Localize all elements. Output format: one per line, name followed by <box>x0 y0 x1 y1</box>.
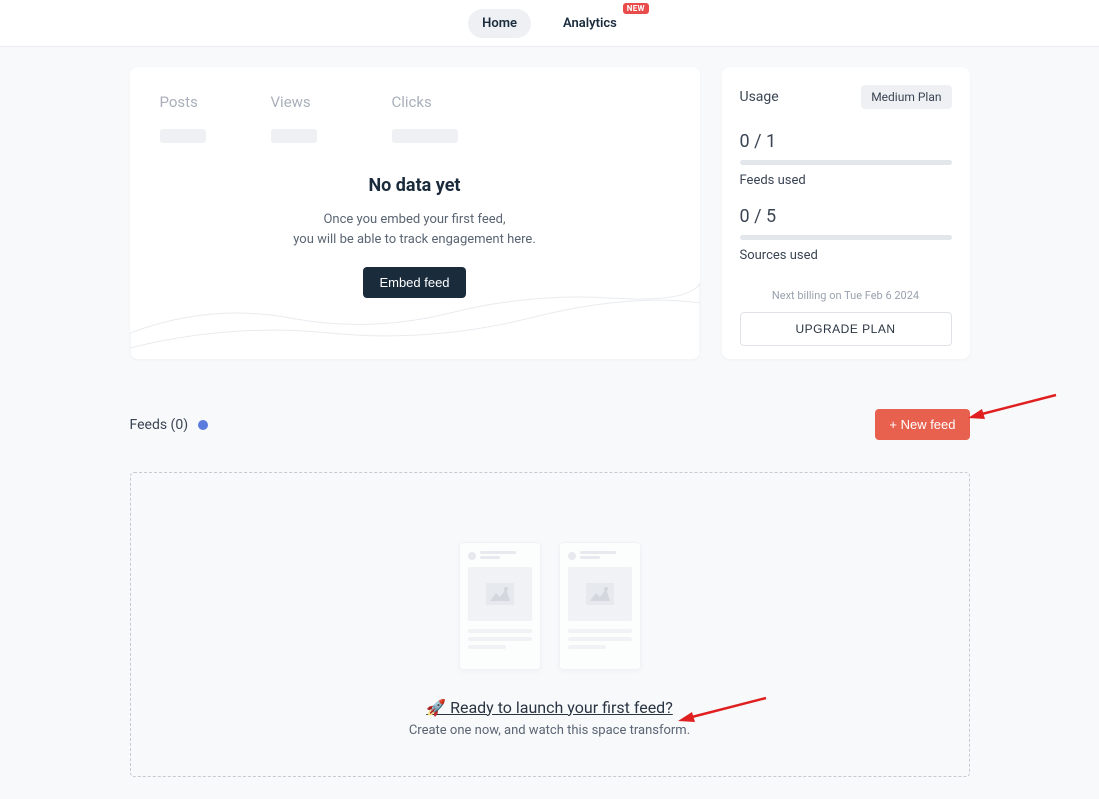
feeds-count-label: Feeds (0) <box>130 417 189 433</box>
annotation-arrow-icon <box>678 694 768 724</box>
metric-views-skeleton <box>271 129 317 143</box>
tab-analytics[interactable]: Analytics NEW <box>549 9 631 38</box>
metric-clicks: Clicks <box>392 93 458 143</box>
usage-title: Usage <box>740 89 779 105</box>
top-row: Posts Views Clicks No data yet Once you … <box>130 67 970 359</box>
annotation-arrow-icon <box>968 391 1058 421</box>
launch-feed-desc: Create one now, and watch this space tra… <box>409 723 690 738</box>
metrics-card: Posts Views Clicks No data yet Once you … <box>130 67 700 359</box>
metric-posts: Posts <box>160 93 206 143</box>
top-nav: Home Analytics NEW <box>0 0 1099 47</box>
tab-home[interactable]: Home <box>468 9 531 38</box>
feeds-header-row: Feeds (0) + New feed <box>130 409 970 440</box>
feeds-used-value: 0 / 1 <box>740 131 952 152</box>
empty-feed-box: 🚀 Ready to launch your first feed? Creat… <box>130 472 970 777</box>
usage-header: Usage Medium Plan <box>740 85 952 109</box>
no-data-line2: you will be able to track engagement her… <box>293 232 536 247</box>
feeds-label-wrap: Feeds (0) <box>130 417 209 433</box>
usage-card: Usage Medium Plan 0 / 1 Feeds used 0 / 5… <box>722 67 970 359</box>
metric-views-label: Views <box>271 93 317 111</box>
metric-posts-skeleton <box>160 129 206 143</box>
new-feed-button[interactable]: + New feed <box>875 409 969 440</box>
image-placeholder-icon <box>468 567 532 621</box>
metric-clicks-skeleton <box>392 129 458 143</box>
metrics-row: Posts Views Clicks <box>160 93 670 143</box>
main-container: Posts Views Clicks No data yet Once you … <box>130 47 970 777</box>
placeholder-card <box>459 542 541 670</box>
billing-text: Next billing on Tue Feb 6 2024 <box>740 289 952 302</box>
sources-used-label: Sources used <box>740 248 952 263</box>
image-placeholder-icon <box>568 567 632 621</box>
feeds-used-bar <box>740 160 952 165</box>
upgrade-plan-button[interactable]: UPGRADE PLAN <box>740 312 952 346</box>
new-badge: NEW <box>623 3 649 14</box>
no-data-line1: Once you embed your first feed, <box>323 212 505 227</box>
placeholder-cards <box>459 542 641 670</box>
metric-posts-label: Posts <box>160 93 206 111</box>
feeds-status-dot <box>198 420 208 430</box>
plan-badge: Medium Plan <box>861 85 951 109</box>
launch-feed-link[interactable]: 🚀 Ready to launch your first feed? <box>426 698 673 717</box>
tab-analytics-label: Analytics <box>563 16 617 31</box>
placeholder-card <box>559 542 641 670</box>
no-data-title: No data yet <box>160 175 670 196</box>
metric-views: Views <box>271 93 317 143</box>
no-data-section: No data yet Once you embed your first fe… <box>160 175 670 298</box>
metric-clicks-label: Clicks <box>392 93 458 111</box>
sources-used-value: 0 / 5 <box>740 206 952 227</box>
embed-feed-button[interactable]: Embed feed <box>363 267 465 298</box>
no-data-desc: Once you embed your first feed, you will… <box>160 210 670 249</box>
sources-used-bar <box>740 235 952 240</box>
feeds-used-label: Feeds used <box>740 173 952 188</box>
